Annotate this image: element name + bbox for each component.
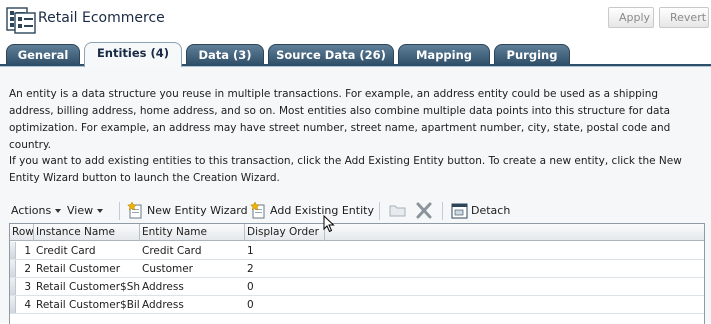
chevron-down-icon bbox=[55, 209, 62, 213]
column-header-instance-name[interactable]: Instance Name bbox=[34, 224, 140, 241]
entity-description: An entity is a data structure you reuse … bbox=[9, 88, 671, 151]
add-existing-entity-button[interactable]: Add Existing Entity bbox=[270, 202, 374, 220]
toolbar-separator bbox=[442, 202, 443, 220]
tab-mapping[interactable]: Mapping bbox=[398, 44, 490, 65]
tab-general[interactable]: General bbox=[6, 44, 80, 65]
view-menu-label: View bbox=[67, 204, 94, 217]
display-order-cell: 2 bbox=[247, 263, 254, 275]
entity-name-cell: Address bbox=[142, 281, 184, 293]
transaction-document-icon bbox=[6, 7, 36, 34]
chevron-down-icon bbox=[97, 209, 104, 213]
display-order-cell: 1 bbox=[247, 245, 254, 257]
entity-name-cell: Credit Card bbox=[142, 245, 202, 257]
row-number: 3 bbox=[24, 281, 31, 293]
toolbar-separator bbox=[119, 202, 120, 220]
actions-menu[interactable]: Actions bbox=[11, 202, 62, 220]
page-header: Retail Ecommerce Apply Revert bbox=[0, 0, 711, 40]
delete-x-icon[interactable] bbox=[415, 202, 433, 219]
tab-source-data[interactable]: Source Data (26) bbox=[268, 44, 394, 65]
row-number: 4 bbox=[24, 299, 31, 311]
new-entity-wizard-button[interactable]: New Entity Wizard bbox=[147, 202, 248, 220]
display-order-cell: 0 bbox=[247, 299, 254, 311]
entity-name-cell: Customer bbox=[142, 263, 194, 275]
instance-name-cell: Retail Customer bbox=[36, 263, 121, 275]
entity-instructions: If you want to add existing entities to … bbox=[9, 155, 682, 184]
table-row[interactable]: 1 Credit Card Credit Card 1 bbox=[10, 242, 704, 260]
detach-button[interactable]: Detach bbox=[471, 202, 510, 220]
table-row[interactable]: 4 Retail Customer$Billin Address 0 bbox=[10, 296, 704, 314]
entity-name-cell: Address bbox=[142, 299, 184, 311]
revert-button[interactable]: Revert bbox=[659, 7, 709, 28]
entities-table: Row Instance Name Entity Name Display Or… bbox=[9, 223, 705, 324]
column-header-row[interactable]: Row bbox=[10, 224, 34, 241]
instance-name-cell: Retail Customer$Ship bbox=[36, 281, 140, 293]
instance-name-cell: Retail Customer$Billin bbox=[36, 299, 140, 311]
add-document-star-icon bbox=[250, 202, 265, 219]
column-header-display-order[interactable]: Display Order bbox=[245, 224, 325, 241]
new-document-star-icon bbox=[127, 202, 142, 219]
tab-entities[interactable]: Entities (4) bbox=[84, 42, 182, 67]
instance-name-cell: Credit Card bbox=[36, 245, 96, 257]
table-row[interactable]: 3 Retail Customer$Ship Address 0 bbox=[10, 278, 704, 296]
tab-data[interactable]: Data (3) bbox=[186, 44, 264, 65]
detach-window-icon bbox=[451, 203, 468, 219]
table-toolbar: Actions View New Entity Wizard Add Exist… bbox=[9, 200, 705, 222]
row-number: 2 bbox=[24, 263, 31, 275]
mouse-cursor-icon bbox=[323, 215, 335, 233]
column-header-entity-name[interactable]: Entity Name bbox=[140, 224, 245, 241]
table-row[interactable]: 2 Retail Customer Customer 2 bbox=[10, 260, 704, 278]
folder-icon[interactable] bbox=[389, 202, 407, 219]
actions-menu-label: Actions bbox=[11, 204, 52, 217]
entities-panel: An entity is a data structure you reuse … bbox=[0, 66, 711, 324]
table-header-row: Row Instance Name Entity Name Display Or… bbox=[10, 224, 704, 241]
apply-button[interactable]: Apply bbox=[608, 7, 654, 28]
toolbar-separator bbox=[379, 202, 380, 220]
display-order-cell: 0 bbox=[247, 281, 254, 293]
tab-bar: General Entities (4) Data (3) Source Dat… bbox=[0, 41, 711, 67]
page-title: Retail Ecommerce bbox=[38, 10, 165, 26]
row-number: 1 bbox=[24, 245, 31, 257]
tab-purging[interactable]: Purging bbox=[494, 44, 570, 65]
view-menu[interactable]: View bbox=[67, 202, 104, 220]
